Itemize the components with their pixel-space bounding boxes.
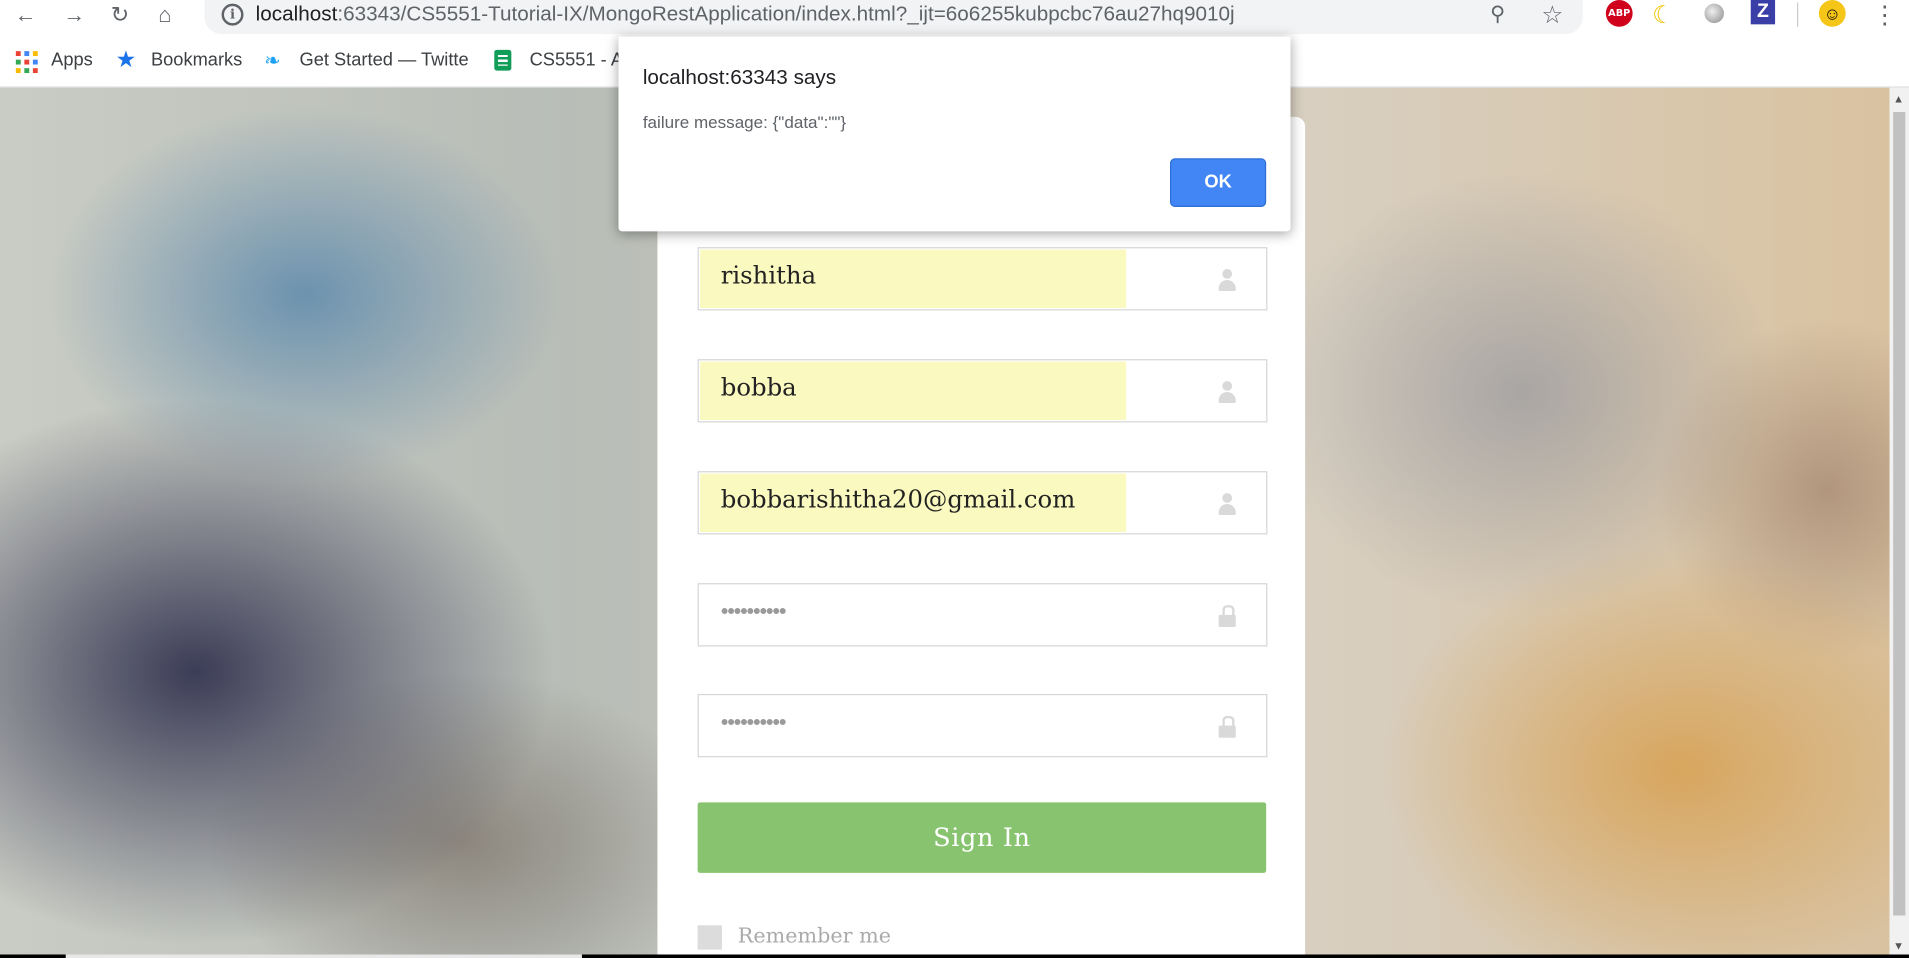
info-icon[interactable]: i [221,3,244,26]
password-mask: •••••••••• [720,598,787,624]
user-icon [1217,381,1236,403]
remember-me-checkbox[interactable] [697,925,722,950]
z-extension-icon[interactable]: Z [1750,0,1776,25]
first-name-value: rishitha [720,260,817,290]
sheets-icon [494,49,512,71]
window-bottom-edge [0,954,1909,958]
confirm-password-field[interactable]: •••••••••• [697,693,1268,758]
lock-icon [1218,715,1236,738]
bookmark-twitter[interactable]: Get Started — Twitte [299,50,469,71]
extension-orb-icon[interactable] [1704,3,1724,24]
remember-me-label[interactable]: Remember me [738,924,891,948]
first-name-field[interactable]: rishitha [697,247,1268,311]
browser-toolbar: ← → ↻ ⌂ i localhost:63343/CS5551-Tutoria… [0,0,1909,38]
user-icon [1217,269,1236,291]
screen: ← → ↻ ⌂ i localhost:63343/CS5551-Tutoria… [0,0,1909,958]
alert-dialog: localhost:63343 says failure message: {"… [618,36,1291,232]
adblock-icon[interactable]: ABP [1605,0,1633,27]
url-path: :63343/CS5551-Tutorial-IX/MongoRestAppli… [337,2,1235,26]
last-name-value: bobba [720,372,797,402]
reload-icon[interactable]: ↻ [111,2,129,26]
lock-icon [1218,605,1236,627]
password-field[interactable]: •••••••••• [697,583,1268,647]
taskbar-segment [65,954,582,958]
bookmark-cs5551[interactable]: CS5551 - A [530,50,623,71]
profile-avatar[interactable]: ☺ [1818,0,1846,27]
email-value: bobbarishitha20@gmail.com [720,484,1076,514]
moon-icon[interactable]: ☾ [1652,0,1679,29]
address-bar[interactable]: i localhost:63343/CS5551-Tutorial-IX/Mon… [204,0,1583,35]
sign-in-button[interactable]: Sign In [697,802,1267,873]
bookmark-star-icon[interactable]: ☆ [1541,0,1563,30]
twitter-icon: ❧ [264,51,281,72]
menu-icon[interactable]: ⋮ [1872,0,1896,30]
bookmark-apps[interactable]: Apps [51,50,93,71]
forward-icon[interactable]: → [63,2,85,26]
url-host: localhost [255,2,338,26]
confirm-password-mask: •••••••••• [720,709,787,735]
key-icon[interactable]: ⚲ [1490,2,1505,26]
scroll-down-icon[interactable]: ▼ [1893,940,1904,952]
user-icon [1217,493,1236,515]
home-icon[interactable]: ⌂ [158,2,171,26]
last-name-field[interactable]: bobba [697,359,1268,423]
bookmark-bookmarks[interactable]: Bookmarks [151,50,242,71]
scrollbar-thumb[interactable] [1893,112,1906,916]
alert-message: failure message: {"data":""} [642,112,847,132]
email-field[interactable]: bobbarishitha20@gmail.com [697,471,1268,535]
ok-button[interactable]: OK [1169,158,1267,207]
vertical-scrollbar[interactable]: ▲ ▼ [1889,87,1909,958]
back-icon[interactable]: ← [15,2,37,26]
toolbar-divider [1796,2,1799,27]
alert-title: localhost:63343 says [642,65,837,89]
star-icon: ★ [115,47,137,74]
apps-grid-icon[interactable] [15,51,38,74]
scroll-up-icon[interactable]: ▲ [1893,93,1904,105]
url-text[interactable]: localhost:63343/CS5551-Tutorial-IX/Mongo… [256,2,1235,26]
signup-card: rishitha bobba bobbarishitha20@gmail.com… [657,116,1306,958]
